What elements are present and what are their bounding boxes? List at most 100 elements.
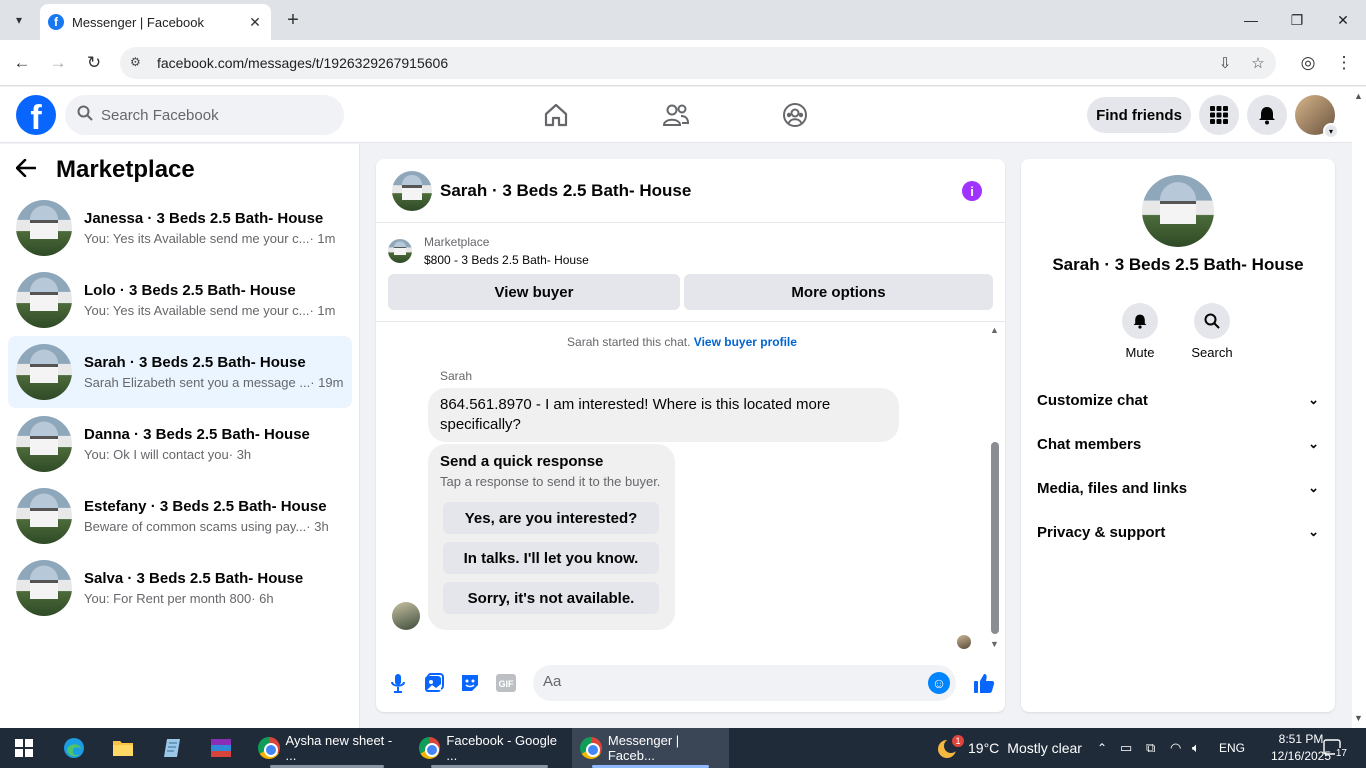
listing-summary[interactable]: Marketplace $800 - 3 Beds 2.5 Bath- Hous… — [388, 235, 589, 267]
conversation-preview: Sarah Elizabeth sent you a message ... — [84, 375, 311, 390]
tab-search-chevron-icon[interactable]: ▾ — [8, 9, 30, 31]
search-input[interactable] — [101, 106, 321, 124]
taskbar-app-chrome-aysha[interactable]: Aysha new sheet - ... — [250, 728, 404, 768]
message-input-wrap[interactable]: ☺ — [533, 665, 956, 701]
message-input[interactable] — [543, 673, 903, 690]
install-app-icon[interactable]: ⇩ — [1215, 53, 1235, 73]
weather-widget[interactable]: 1 19°C Mostly clear — [936, 728, 1082, 768]
privacy-support-row[interactable]: Privacy & support ⌄ — [1021, 510, 1335, 554]
facebook-logo-icon[interactable]: f — [16, 95, 56, 135]
conversation-name: Janessa · 3 Beds 2.5 Bath- House — [84, 210, 324, 227]
restore-window-icon[interactable]: ❐ — [1282, 8, 1312, 32]
edge-browser-icon[interactable] — [62, 736, 86, 760]
chat-scrollbar[interactable]: ▲ ▼ — [990, 325, 1000, 651]
chat-title[interactable]: Sarah · 3 Beds 2.5 Bath- House — [440, 181, 691, 201]
thumbs-up-icon[interactable] — [972, 671, 996, 695]
facebook-search[interactable] — [65, 95, 344, 135]
back-arrow-icon[interactable] — [15, 157, 46, 183]
chrome-icon — [258, 737, 280, 759]
close-window-icon[interactable]: ✕ — [1328, 8, 1358, 32]
conversation-time: · 3h — [228, 447, 252, 462]
browser-tab-active[interactable]: f Messenger | Facebook ✕ — [40, 4, 271, 40]
chat-thumbnail[interactable] — [392, 171, 432, 211]
quick-response-option[interactable]: Sorry, it's not available. — [443, 582, 659, 614]
listing-thumbnail-small — [388, 239, 412, 263]
site-settings-icon[interactable]: ⚙ — [130, 55, 146, 71]
mute-action[interactable]: Mute — [1110, 303, 1170, 360]
view-buyer-button[interactable]: View buyer — [388, 274, 680, 310]
conversation-item[interactable]: Lolo · 3 Beds 2.5 Bath- House You: Yes i… — [8, 264, 352, 336]
gif-icon[interactable]: GIF — [496, 673, 516, 693]
bookmark-star-icon[interactable]: ☆ — [1248, 53, 1268, 73]
meet-now-icon[interactable]: ⧉ — [1146, 728, 1155, 768]
volume-icon[interactable]: 🔈︎ — [1192, 728, 1200, 768]
microphone-icon[interactable] — [388, 673, 408, 693]
url-text[interactable]: facebook.com/messages/t/1926329267915606 — [157, 55, 448, 71]
notifications-bell-icon[interactable] — [1247, 95, 1287, 135]
quick-response-option[interactable]: Yes, are you interested? — [443, 502, 659, 534]
conversation-item-active[interactable]: Sarah · 3 Beds 2.5 Bath- House Sarah Eli… — [8, 336, 352, 408]
windows-start-icon[interactable] — [12, 736, 36, 760]
new-tab-button[interactable]: + — [282, 9, 304, 31]
groups-icon[interactable] — [781, 101, 809, 129]
info-icon[interactable]: i — [962, 181, 982, 201]
more-options-button[interactable]: More options — [684, 274, 993, 310]
listing-price: $800 - 3 Beds 2.5 Bath- House — [424, 253, 589, 267]
profile-icon[interactable]: ◎ — [1296, 51, 1320, 75]
close-tab-icon[interactable]: ✕ — [245, 12, 265, 32]
conversation-preview: Beware of common scams using pay... — [84, 519, 307, 534]
emoji-icon[interactable]: ☺ — [928, 672, 950, 694]
language-indicator[interactable]: ENG — [1219, 728, 1245, 768]
scroll-up-icon[interactable]: ▲ — [1354, 91, 1363, 101]
omnibox[interactable]: ⚙ facebook.com/messages/t/19263292679156… — [120, 47, 1276, 79]
page-scrollbar[interactable]: ▲ ▼ — [1352, 87, 1366, 728]
show-hidden-icons-chevron[interactable]: ⌃ — [1097, 728, 1107, 768]
view-buyer-profile-link[interactable]: View buyer profile — [694, 335, 797, 349]
message-bubble: 864.561.8970 - I am interested! Where is… — [428, 388, 899, 442]
taskbar-app-chrome-facebook[interactable]: Facebook - Google ... — [411, 728, 568, 768]
battery-icon[interactable]: ▭ — [1120, 728, 1132, 768]
notification-center-icon[interactable]: 17 — [1322, 737, 1348, 759]
minimize-window-icon[interactable]: — — [1236, 8, 1266, 32]
reload-icon[interactable]: ↻ — [82, 51, 106, 75]
conversation-item[interactable]: Estefany · 3 Beds 2.5 Bath- House Beware… — [8, 480, 352, 552]
chevron-down-icon: ⌄ — [1308, 436, 1319, 451]
home-icon[interactable] — [542, 101, 570, 129]
quick-response-option[interactable]: In talks. I'll let you know. — [443, 542, 659, 574]
conversation-item[interactable]: Danna · 3 Beds 2.5 Bath- House You: Ok I… — [8, 408, 352, 480]
taskbar-app-chrome-messenger[interactable]: Messenger | Faceb... — [572, 728, 729, 768]
wifi-icon[interactable]: ◠ — [1170, 728, 1181, 768]
listing-thumbnail — [16, 560, 72, 616]
find-friends-button[interactable]: Find friends — [1087, 97, 1191, 133]
back-arrow-icon[interactable]: ← — [10, 51, 34, 75]
scrollbar-thumb[interactable] — [991, 442, 999, 634]
conversation-item[interactable]: Janessa · 3 Beds 2.5 Bath- House You: Ye… — [8, 192, 352, 264]
forward-arrow-icon[interactable]: → — [46, 51, 70, 75]
chat-members-row[interactable]: Chat members ⌄ — [1021, 422, 1335, 466]
media-files-links-row[interactable]: Media, files and links ⌄ — [1021, 466, 1335, 510]
account-avatar[interactable]: ▾ — [1295, 95, 1339, 139]
scroll-down-icon[interactable]: ▼ — [990, 639, 999, 649]
scroll-down-icon[interactable]: ▼ — [1354, 713, 1363, 723]
sidebar-header: Marketplace — [15, 156, 195, 184]
customize-chat-row[interactable]: Customize chat ⌄ — [1021, 378, 1335, 422]
notepad-icon[interactable] — [160, 736, 184, 760]
scroll-up-icon[interactable]: ▲ — [990, 325, 999, 335]
friends-icon[interactable] — [662, 101, 690, 129]
sender-name: Sarah — [440, 369, 473, 383]
file-explorer-icon[interactable] — [111, 736, 135, 760]
weather-temp: 19°C — [968, 740, 1000, 756]
conversation-preview: You: Ok I will contact you — [84, 447, 229, 462]
chrome-icon — [580, 737, 602, 759]
menu-grid-icon[interactable] — [1199, 95, 1239, 135]
search-action[interactable]: Search — [1182, 303, 1242, 360]
sticker-icon[interactable] — [460, 673, 480, 693]
conversation-item[interactable]: Salva · 3 Beds 2.5 Bath- House You: For … — [8, 552, 352, 624]
photo-icon[interactable] — [424, 673, 444, 693]
browser-menu-icon[interactable]: ⋮ — [1332, 51, 1356, 75]
read-receipt-avatar — [957, 635, 971, 649]
section-label: Customize chat — [1037, 391, 1148, 409]
conversation-time: · 3h — [306, 519, 329, 534]
winrar-icon[interactable] — [209, 736, 233, 760]
listing-thumbnail — [16, 416, 72, 472]
